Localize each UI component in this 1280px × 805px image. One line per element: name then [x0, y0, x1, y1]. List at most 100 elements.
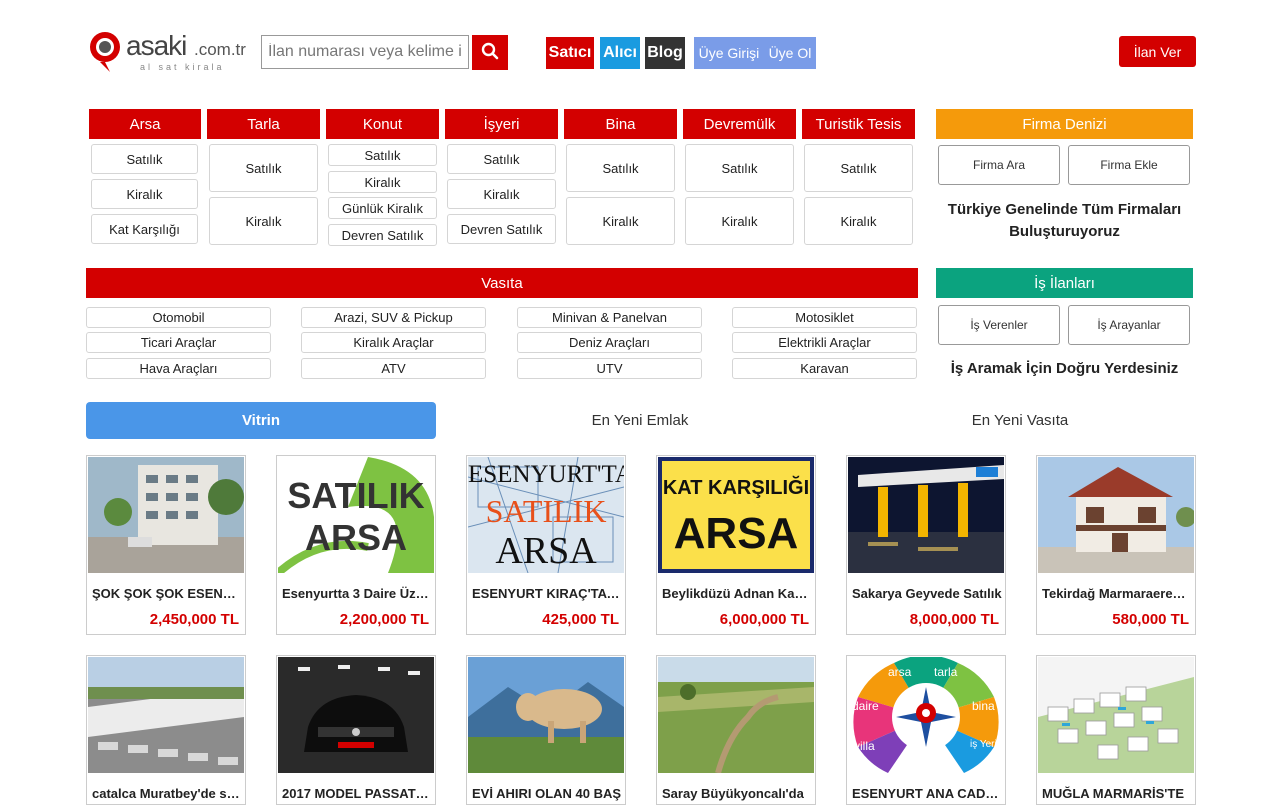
search-input[interactable]: [261, 35, 469, 69]
sub-link[interactable]: Kiralık: [804, 197, 913, 245]
tab-en-yeni-emlak[interactable]: En Yeni Emlak: [465, 402, 815, 439]
listing-card[interactable]: 2017 MODEL PASSAT SATILIK: [276, 655, 436, 805]
vasita-link[interactable]: Deniz Araçları: [517, 332, 702, 353]
category-title[interactable]: İşyeri: [445, 109, 558, 139]
category-bina: Bina Satılık Kiralık: [564, 109, 677, 245]
sub-link[interactable]: Günlük Kiralık: [328, 197, 437, 219]
kat-karsiligi-arsa-image: KAT KARŞILIĞI ARSA: [658, 457, 814, 573]
blog-button[interactable]: Blog: [645, 37, 685, 69]
satici-button[interactable]: Satıcı: [546, 37, 594, 69]
ilan-ver-button[interactable]: İlan Ver: [1119, 36, 1196, 67]
category-title[interactable]: Arsa: [89, 109, 201, 139]
listing-title[interactable]: 2017 MODEL PASSAT SATILIK: [282, 786, 432, 801]
site-logo[interactable]: asaki .com.tr al sat kirala: [86, 30, 251, 74]
vasita-link[interactable]: Elektrikli Araçlar: [732, 332, 917, 353]
listing-card[interactable]: ESENYURT'TA SATILIK ARSA ESENYURT KIRAÇ'…: [466, 455, 626, 635]
vasita-title[interactable]: Vasıta: [86, 268, 918, 298]
category-isyeri: İşyeri Satılık Kiralık Devren Satılık: [445, 109, 558, 244]
sub-link[interactable]: Satılık: [685, 144, 794, 192]
is-slogan: İş Aramak İçin Doğru Yerdesiniz: [950, 360, 1179, 377]
login-link[interactable]: Üye Girişi: [699, 45, 760, 61]
category-title[interactable]: Turistik Tesis: [802, 109, 915, 139]
sub-link[interactable]: Kiralık: [685, 197, 794, 245]
listing-price: 580,000 TL: [1112, 611, 1189, 628]
listing-card[interactable]: arsa tarla bina daire villa iş Yeri ESEN…: [846, 655, 1006, 805]
vasita-link[interactable]: Hava Araçları: [86, 358, 271, 379]
vasita-link[interactable]: UTV: [517, 358, 702, 379]
category-title[interactable]: Bina: [564, 109, 677, 139]
vasita-link[interactable]: Motosiklet: [732, 307, 917, 328]
listing-card[interactable]: EVİ AHIRI OLAN 40 BAŞ: [466, 655, 626, 805]
category-title[interactable]: Konut: [326, 109, 439, 139]
listing-card[interactable]: catalca Muratbey'de satılık: [86, 655, 246, 805]
sub-link[interactable]: Satılık: [209, 144, 318, 192]
listing-title[interactable]: MUĞLA MARMARİS'TE: [1042, 786, 1192, 801]
tab-vitrin[interactable]: Vitrin: [86, 402, 436, 439]
firma-ekle-button[interactable]: Firma Ekle: [1068, 145, 1190, 185]
listing-title[interactable]: ESENYURT ANA CADDE: [852, 786, 1002, 801]
sub-link[interactable]: Satılık: [328, 144, 437, 166]
sub-link[interactable]: Kiralık: [566, 197, 675, 245]
vasita-link[interactable]: Kiralık Araçlar: [301, 332, 486, 353]
vasita-link[interactable]: Otomobil: [86, 307, 271, 328]
vasita-link[interactable]: Karavan: [732, 358, 917, 379]
wheel-label: daire: [852, 699, 879, 713]
listing-title[interactable]: catalca Muratbey'de satılık: [92, 786, 242, 801]
firma-ara-button[interactable]: Firma Ara: [938, 145, 1060, 185]
sub-link[interactable]: Kat Karşılığı: [91, 214, 198, 244]
is-arayanlar-button[interactable]: İş Arayanlar: [1068, 305, 1190, 345]
listing-title[interactable]: ŞOK ŞOK ŞOK ESENYURT: [92, 586, 242, 601]
category-devremulk: Devremülk Satılık Kiralık: [683, 109, 796, 245]
listing-title[interactable]: ESENYURT KIRAÇ'TA SATILIK: [472, 586, 622, 601]
listing-card[interactable]: Saray Büyükyoncalı'da: [656, 655, 816, 805]
alici-button[interactable]: Alıcı: [600, 37, 640, 69]
listing-card[interactable]: SATILIK ARSA Esenyurtta 3 Daire Üzerinde…: [276, 455, 436, 635]
sub-link[interactable]: Kiralık: [209, 197, 318, 245]
logo-text: asaki: [126, 30, 187, 61]
image-text: SATILIK: [287, 475, 425, 516]
wheel-label: tarla: [934, 665, 958, 679]
sub-link[interactable]: Kiralık: [91, 179, 198, 209]
listing-title[interactable]: Beylikdüzü Adnan Kahveci: [662, 586, 812, 601]
is-verenler-button[interactable]: İş Verenler: [938, 305, 1060, 345]
listing-title[interactable]: EVİ AHIRI OLAN 40 BAŞ: [472, 786, 622, 801]
listing-card[interactable]: MUĞLA MARMARİS'TE: [1036, 655, 1196, 805]
listing-price: 2,450,000 TL: [149, 611, 239, 628]
sub-link[interactable]: Satılık: [804, 144, 913, 192]
listing-title[interactable]: Esenyurtta 3 Daire Üzerinden: [282, 586, 432, 601]
sub-link[interactable]: Kiralık: [328, 171, 437, 193]
vasita-link[interactable]: Minivan & Panelvan: [517, 307, 702, 328]
category-tarla: Tarla Satılık Kiralık: [207, 109, 320, 245]
firma-denizi-title[interactable]: Firma Denizi: [936, 109, 1193, 139]
listing-title[interactable]: Saray Büyükyoncalı'da: [662, 786, 812, 801]
gas-station-photo: [848, 457, 1004, 573]
vasita-link[interactable]: Ticari Araçlar: [86, 332, 271, 353]
tab-en-yeni-vasita[interactable]: En Yeni Vasıta: [845, 402, 1195, 439]
category-title[interactable]: Tarla: [207, 109, 320, 139]
sub-link[interactable]: Satılık: [566, 144, 675, 192]
search-button[interactable]: [472, 35, 508, 70]
is-ilanlari-title[interactable]: İş İlanları: [936, 268, 1193, 298]
category-title[interactable]: Devremülk: [683, 109, 796, 139]
listing-card[interactable]: KAT KARŞILIĞI ARSA Beylikdüzü Adnan Kahv…: [656, 455, 816, 635]
satilik-arsa-image: SATILIK ARSA: [278, 457, 434, 573]
sub-link[interactable]: Devren Satılık: [447, 214, 556, 244]
sub-link[interactable]: Satılık: [447, 144, 556, 174]
listing-title[interactable]: Tekirdağ Marmaraereğlisi: [1042, 586, 1192, 601]
sub-link[interactable]: Kiralık: [447, 179, 556, 209]
sub-link[interactable]: Devren Satılık: [328, 224, 437, 246]
esenyurt-satilik-arsa-image: ESENYURT'TA SATILIK ARSA: [468, 457, 624, 573]
warehouse-photo: [88, 657, 244, 773]
vasita-link[interactable]: ATV: [301, 358, 486, 379]
vasita-link[interactable]: Arazi, SUV & Pickup: [301, 307, 486, 328]
slogan-line: Türkiye Genelinde Tüm Firmaları: [947, 201, 1182, 218]
listing-card[interactable]: ŞOK ŞOK ŞOK ESENYURT 2,450,000 TL: [86, 455, 246, 635]
asaki-wheel-image: arsa tarla bina daire villa iş Yeri: [848, 657, 1004, 773]
sub-link[interactable]: Satılık: [91, 144, 198, 174]
register-link[interactable]: Üye Ol: [769, 45, 812, 61]
firma-slogan: Türkiye Genelinde Tüm Firmaları Buluştur…: [936, 199, 1193, 243]
listing-card[interactable]: Tekirdağ Marmaraereğlisi 580,000 TL: [1036, 455, 1196, 635]
listing-title[interactable]: Sakarya Geyvede Satılık: [852, 586, 1002, 601]
listing-price: 425,000 TL: [542, 611, 619, 628]
listing-card[interactable]: Sakarya Geyvede Satılık 8,000,000 TL: [846, 455, 1006, 635]
